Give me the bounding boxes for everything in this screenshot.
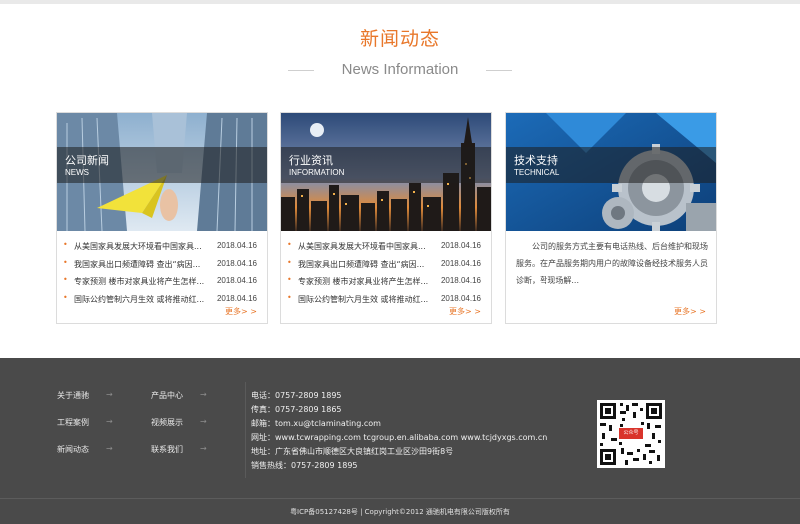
section-subtitle-text: News Information bbox=[341, 61, 459, 78]
footer-divider bbox=[245, 382, 246, 478]
news-date: 2018.04.16 bbox=[440, 276, 481, 285]
news-date: 2018.04.16 bbox=[440, 293, 481, 303]
technical-description: 公司的服务方式主要有电话热线、后台维护和现场服务。在产品服务期内用户的故障设备经… bbox=[516, 242, 708, 285]
news-card-industry: 行业资讯 INFORMATION • 从美国家具发展大环境看中国家具... 2018… bbox=[280, 112, 492, 324]
arrow-right-icon: → bbox=[200, 417, 207, 426]
news-date: 2018.04.16 bbox=[440, 241, 481, 250]
news-date: 2018.04.16 bbox=[216, 258, 257, 268]
news-date: 2018.04.16 bbox=[216, 241, 257, 250]
arrow-right-icon: → bbox=[200, 444, 207, 453]
bullet-icon: • bbox=[287, 240, 292, 249]
footer-link-contact[interactable]: 联系我们 bbox=[151, 444, 183, 455]
bullet-icon: • bbox=[63, 240, 68, 249]
card-caption-band: 技术支持 TECHNICAL bbox=[506, 147, 716, 183]
copyright-text: 粤ICP备05127428号 | Copyright©2012 通驰机电有限公司… bbox=[290, 508, 510, 516]
contact-address: 地址：广东省佛山市顺德区大良镇红岗工业区沙田9街8号 bbox=[251, 447, 454, 456]
list-item[interactable]: • 从美国家具发展大环境看中国家具... 2018.04.16 bbox=[57, 238, 267, 256]
news-date: 2018.04.16 bbox=[440, 258, 481, 268]
list-item[interactable]: • 我国家具出口频遭障碍 查出“病因... 2018.04.16 bbox=[57, 256, 267, 274]
card-subtitle: TECHNICAL bbox=[514, 168, 560, 177]
top-strip bbox=[0, 0, 800, 4]
news-title[interactable]: 我国家具出口频遭障碍 查出“病因... bbox=[74, 259, 214, 270]
news-title[interactable]: 国际公约管制六月生效 或将推动红... bbox=[74, 294, 214, 305]
contact-fax: 传真：0757-2809 1865 bbox=[251, 405, 342, 414]
more-link[interactable]: 更多> > bbox=[674, 306, 706, 317]
list-item[interactable]: • 我国家具出口频遭障碍 查出“病因... 2018.04.16 bbox=[281, 256, 491, 274]
divider-right bbox=[486, 70, 512, 71]
news-title[interactable]: 从美国家具发展大环境看中国家具... bbox=[298, 241, 438, 252]
contact-email[interactable]: 邮箱：tom.xu@tclaminating.com bbox=[251, 418, 381, 429]
news-title[interactable]: 从美国家具发展大环境看中国家具... bbox=[74, 241, 214, 252]
news-title[interactable]: 专家预测 楼市对家具业将产生怎样... bbox=[298, 276, 438, 287]
footer-link-about[interactable]: 关于通驰 bbox=[57, 390, 89, 401]
card-subtitle: INFORMATION bbox=[289, 168, 345, 177]
news-list: • 从美国家具发展大环境看中国家具... 2018.04.16 • 我国家具出口频遭障… bbox=[281, 238, 491, 308]
footer-link-news[interactable]: 新闻动态 bbox=[57, 444, 89, 455]
footer-link-videos[interactable]: 视频展示 bbox=[151, 417, 183, 428]
more-link[interactable]: 更多> > bbox=[449, 306, 481, 317]
list-item[interactable]: • 专家预测 楼市对家具业将产生怎样... 2018.04.16 bbox=[57, 273, 267, 291]
news-card-company: 公司新闻 NEWS • 从美国家具发展大环境看中国家具... 2018.04.16 … bbox=[56, 112, 268, 324]
arrow-right-icon: → bbox=[106, 417, 113, 426]
bullet-icon: • bbox=[63, 257, 68, 267]
contact-sales-hotline: 销售热线：0757-2809 1895 bbox=[251, 461, 358, 470]
card-title: 行业资讯 bbox=[289, 154, 333, 167]
news-title[interactable]: 专家预测 楼市对家具业将产生怎样... bbox=[74, 276, 214, 287]
card-title: 公司新闻 bbox=[65, 154, 109, 167]
contact-websites[interactable]: 网址：www.tcwrapping.com tcgroup.en.alibaba… bbox=[251, 432, 547, 443]
arrow-right-icon: → bbox=[200, 390, 207, 399]
news-card-technical: 技术支持 TECHNICAL 公司的服务方式主要有电话热线、后台维护和现场服务。… bbox=[505, 112, 717, 324]
card-title: 技术支持 bbox=[514, 154, 558, 167]
bullet-icon: • bbox=[287, 292, 292, 302]
bullet-icon: • bbox=[287, 275, 292, 284]
card-subtitle: NEWS bbox=[65, 168, 89, 177]
card-caption-band: 行业资讯 INFORMATION bbox=[281, 147, 491, 183]
news-title[interactable]: 国际公约管制六月生效 或将推动红... bbox=[298, 294, 438, 305]
arrow-right-icon: → bbox=[106, 444, 113, 453]
section-title: 新闻动态 bbox=[359, 28, 440, 50]
more-link[interactable]: 更多> > bbox=[225, 306, 257, 317]
footer-link-cases[interactable]: 工程案例 bbox=[57, 417, 89, 428]
bullet-icon: • bbox=[63, 292, 68, 302]
news-date: 2018.04.16 bbox=[216, 276, 257, 285]
qr-code: 公众号 bbox=[597, 400, 665, 468]
bullet-icon: • bbox=[63, 275, 68, 284]
footer: 关于通驰 → 产品中心 → 工程案例 → 视频展示 → 新闻动态 → 联系我们 … bbox=[0, 358, 800, 524]
news-title[interactable]: 我国家具出口频遭障碍 查出“病因... bbox=[298, 259, 438, 270]
arrow-right-icon: → bbox=[106, 390, 113, 399]
news-list: • 从美国家具发展大环境看中国家具... 2018.04.16 • 我国家具出口频遭障… bbox=[57, 238, 267, 308]
contact-phone: 电话：0757-2809 1895 bbox=[251, 391, 342, 400]
list-item[interactable]: • 从美国家具发展大环境看中国家具... 2018.04.16 bbox=[281, 238, 491, 256]
news-date: 2018.04.16 bbox=[216, 293, 257, 303]
qr-badge: 公众号 bbox=[619, 428, 643, 439]
footer-divider-line bbox=[0, 498, 800, 499]
bullet-icon: • bbox=[287, 257, 292, 267]
section-subtitle: News Information bbox=[0, 60, 800, 80]
list-item[interactable]: • 专家预测 楼市对家具业将产生怎样... 2018.04.16 bbox=[281, 273, 491, 291]
card-caption-band: 公司新闻 NEWS bbox=[57, 147, 267, 183]
footer-link-products[interactable]: 产品中心 bbox=[151, 390, 183, 401]
